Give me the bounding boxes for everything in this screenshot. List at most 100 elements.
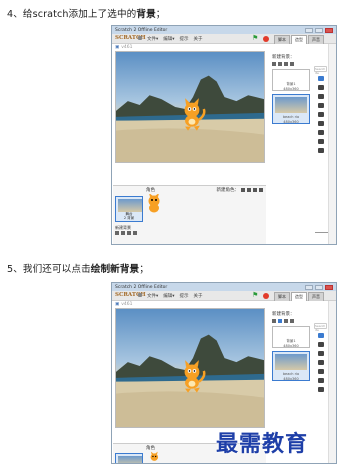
fill-icon[interactable] [317, 121, 324, 126]
sprite-camera-icon[interactable] [259, 188, 263, 192]
menu-edit-2[interactable]: 编辑▾ [163, 293, 174, 299]
text-icon-2[interactable] [317, 369, 324, 374]
sprite-thumb-2[interactable] [145, 451, 165, 464]
stage-thumb[interactable]: 舞台 2 背景 [115, 196, 143, 222]
sprite-pane-title: 角色 [146, 188, 155, 193]
close-button-2[interactable] [325, 284, 333, 290]
menu-edit[interactable]: 编辑▾ [163, 36, 174, 42]
backdrop-list-2: 新建背景： 背景1 480x360 beach rio 480x360 [272, 311, 310, 381]
eraser-icon-2[interactable] [317, 387, 324, 392]
tab-backdrops-2[interactable]: 造型 [291, 292, 307, 301]
backdrop-thumb-selected-2[interactable]: beach rio 480x360 [272, 351, 310, 381]
library-icon-2[interactable] [272, 319, 276, 323]
step-4-bold: 背景 [136, 9, 156, 20]
backdrop-paint-icon[interactable] [121, 231, 125, 235]
sprite-library-icon[interactable] [241, 188, 245, 192]
brush-icon[interactable] [317, 76, 324, 81]
backdrop-thumb-selected[interactable]: beach rio 480x360 [272, 94, 310, 124]
brush-icon-2[interactable] [317, 333, 324, 338]
stage-count: 2 背景 [123, 216, 135, 220]
stage-header: ▣ v461 [112, 44, 266, 51]
backdrop-thumb-blank[interactable]: 背景1 480x360 [272, 69, 310, 91]
ellipse-icon[interactable] [317, 103, 324, 108]
select-icon[interactable] [317, 139, 324, 144]
line-icon-2[interactable] [317, 342, 324, 347]
beach-scene-2 [116, 334, 264, 427]
green-flag-icon-2[interactable]: ⚑ [252, 292, 258, 299]
minimize-button[interactable] [305, 27, 313, 33]
menu-about-2[interactable]: 关于 [194, 293, 203, 299]
stage-thumb-2[interactable] [115, 453, 143, 463]
beach-scene [116, 75, 264, 162]
step-4-text-a: 给scratch添加上了选中的 [22, 9, 137, 20]
globe-icon-2[interactable] [138, 293, 142, 297]
tab-sounds[interactable]: 声音 [308, 35, 324, 44]
sprite-thumb[interactable] [145, 194, 165, 216]
menu-tips[interactable]: 提示 [180, 36, 189, 42]
presentation-mode-icon-2[interactable]: ▣ [115, 302, 119, 307]
search-field[interactable]: Search ite [314, 66, 327, 75]
presentation-mode-icon[interactable]: ▣ [115, 45, 119, 50]
step-5-bold: 绘制新背景 [90, 264, 140, 275]
stage-header-2: ▣ v461 [112, 301, 266, 308]
backdrop-thumb-blank-2[interactable]: 背景1 480x360 [272, 326, 310, 348]
camera-icon-2[interactable] [290, 319, 294, 323]
menu-bar: SCRATCH 文件▾ 编辑▾ 提示 关于 ⚑ 脚本 造型 声音 [112, 34, 336, 44]
menu-file-2[interactable]: 文件▾ [147, 293, 158, 299]
version-label: v461 [121, 45, 133, 50]
backdrop-camera-icon[interactable] [133, 231, 137, 235]
stop-icon[interactable] [263, 36, 269, 42]
eraser-icon[interactable] [317, 130, 324, 135]
line-icon[interactable] [317, 85, 324, 90]
rect-icon-2[interactable] [317, 351, 324, 356]
library-icon[interactable] [272, 62, 276, 66]
green-flag-icon[interactable]: ⚑ [252, 35, 258, 42]
minimize-button-2[interactable] [305, 284, 313, 290]
stage-2[interactable] [115, 308, 265, 428]
backdrop-library-icon[interactable] [115, 231, 119, 235]
menu-about[interactable]: 关于 [194, 36, 203, 42]
step-4-text: 4、给scratch添加上了选中的背景； [7, 6, 165, 20]
globe-icon[interactable] [138, 36, 142, 40]
backdrop-list: 新建背景： 背景1 480x360 beach rio 480x360 [272, 54, 310, 124]
step-4-number: 4、 [7, 9, 23, 20]
tab-scripts-2[interactable]: 脚本 [274, 292, 290, 301]
backdrop-selected-size: 480x360 [283, 120, 299, 124]
menu-file[interactable]: 文件▾ [147, 36, 158, 42]
screenshot-1: Scratch 2 Offline Editor SCRATCH 文件▾ 编辑▾… [111, 25, 337, 245]
backdrop-upload-icon[interactable] [127, 231, 131, 235]
editor-controls [269, 44, 336, 51]
maximize-button-2[interactable] [315, 284, 323, 290]
window-title-2: Scratch 2 Offline Editor [115, 284, 168, 290]
text-icon[interactable] [317, 112, 324, 117]
maximize-button[interactable] [315, 27, 323, 33]
upload-icon-2[interactable] [284, 319, 288, 323]
fill-icon-2[interactable] [317, 378, 324, 383]
tab-scripts[interactable]: 脚本 [274, 35, 290, 44]
window-title: Scratch 2 Offline Editor [115, 27, 168, 33]
sprite-paint-icon[interactable] [247, 188, 251, 192]
menu-bar-2: SCRATCH 文件▾ 编辑▾ 提示 关于 ⚑ 脚本 造型 声音 [112, 291, 336, 301]
paint-tools: Search ite [314, 66, 327, 153]
watermark: 最需教育 [216, 431, 309, 457]
stage[interactable] [115, 51, 265, 163]
paint-icon[interactable] [278, 62, 282, 66]
rect-icon[interactable] [317, 94, 324, 99]
step-5-number: 5、 [7, 264, 23, 275]
menu-tips-2[interactable]: 提示 [180, 293, 189, 299]
step-5-text: 5、我们还可以点击绘制新背景； [7, 261, 149, 275]
upload-icon[interactable] [284, 62, 288, 66]
paint-icon-2[interactable] [278, 319, 282, 323]
search-field-2[interactable]: Search ite [314, 323, 327, 332]
stamp-icon[interactable] [317, 148, 324, 153]
stop-icon-2[interactable] [263, 293, 269, 299]
step-4-text-c: ； [155, 9, 166, 20]
paint-tools-2: Search ite [314, 323, 327, 392]
new-sprite-label: 新建角色： [216, 188, 240, 193]
tab-sounds-2[interactable]: 声音 [308, 292, 324, 301]
camera-icon[interactable] [290, 62, 294, 66]
ellipse-icon-2[interactable] [317, 360, 324, 365]
sprite-upload-icon[interactable] [253, 188, 257, 192]
tab-backdrops[interactable]: 造型 [291, 35, 307, 44]
close-button[interactable] [325, 27, 333, 33]
